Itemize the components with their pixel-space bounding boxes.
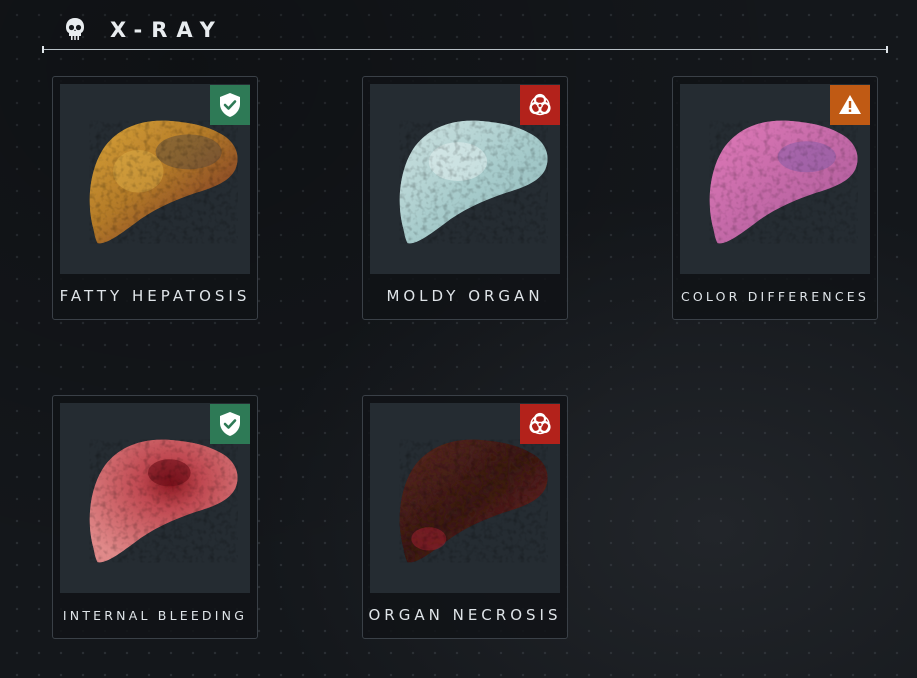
- diagnosis-card-internal-bleeding[interactable]: INTERNAL BLEEDING: [52, 395, 258, 639]
- biohazard-icon: [529, 93, 551, 116]
- biohazard-icon: [529, 412, 551, 435]
- status-badge-ok: [210, 404, 250, 444]
- liver-fatty-image: [89, 120, 238, 244]
- header: X-RAY: [42, 0, 888, 53]
- diagnosis-card-organ-necrosis[interactable]: ORGAN NECROSIS: [362, 395, 568, 639]
- status-badge-warning: [830, 85, 870, 125]
- status-badge-biohazard: [520, 85, 560, 125]
- shield-check-icon: [220, 412, 240, 436]
- status-badge-ok: [210, 85, 250, 125]
- warning-icon: [839, 95, 861, 114]
- card-label: INTERNAL BLEEDING: [62, 608, 248, 623]
- liver-necrotic-image: [399, 439, 548, 563]
- card-label: ORGAN NECROSIS: [368, 606, 562, 624]
- status-badge-biohazard: [520, 404, 560, 444]
- card-label: FATTY HEPATOSIS: [59, 287, 251, 305]
- diagnosis-card-moldy-organ[interactable]: MOLDY ORGAN: [362, 76, 568, 320]
- liver-moldy-image: [399, 120, 548, 244]
- shield-check-icon: [220, 93, 240, 117]
- diagnosis-card-color-differences[interactable]: COLOR DIFFERENCES: [672, 76, 878, 320]
- liver-bleeding-image: [89, 439, 238, 563]
- header-divider: [42, 46, 888, 53]
- card-label: MOLDY ORGAN: [386, 287, 544, 305]
- skull-icon: [62, 16, 88, 42]
- diagnosis-card-fatty-hepatosis[interactable]: FATTY HEPATOSIS: [52, 76, 258, 320]
- liver-pink-image: [709, 120, 858, 244]
- page-title: X-RAY: [110, 18, 224, 42]
- card-label: COLOR DIFFERENCES: [680, 289, 870, 304]
